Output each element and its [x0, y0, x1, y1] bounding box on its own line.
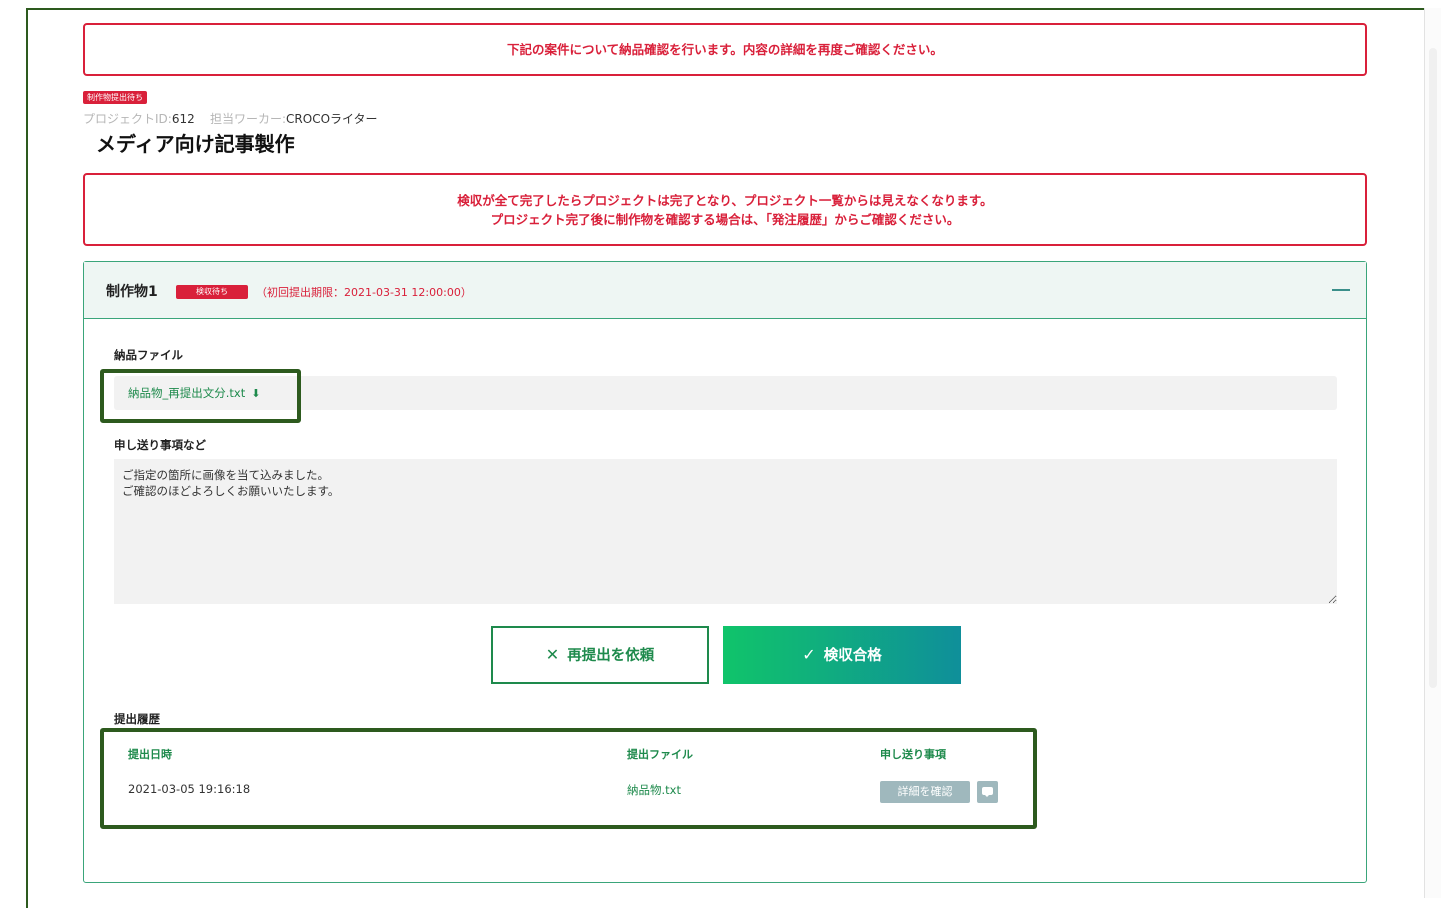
history-row-date: 2021-03-05 19:16:18: [128, 782, 251, 796]
project-id-label: プロジェクトID:: [83, 112, 172, 126]
deliverable-panel: 制作物1 検収待ち （初回提出期限：2021-03-31 12:00:00） 納…: [83, 261, 1367, 883]
confirmation-alert-text: 下記の案件について納品確認を行います。内容の詳細を再度ご確認ください。: [507, 42, 943, 57]
confirmation-alert: 下記の案件について納品確認を行います。内容の詳細を再度ご確認ください。: [83, 23, 1367, 76]
download-icon: ⬇: [251, 387, 261, 400]
deliverable-header[interactable]: 制作物1 検収待ち （初回提出期限：2021-03-31 12:00:00）: [84, 262, 1366, 319]
history-header-date: 提出日時: [128, 748, 172, 761]
request-resubmission-button[interactable]: ✕ 再提出を依頼: [491, 626, 709, 684]
delivered-file-name: 納品物_再提出文分.txt: [128, 386, 246, 400]
view-details-button[interactable]: 詳細を確認: [880, 781, 970, 803]
file-section-label: 納品ファイル: [114, 348, 183, 362]
delivered-file-row: 納品物_再提出文分.txt ⬇: [114, 376, 1337, 410]
notes-textarea[interactable]: [114, 459, 1337, 604]
history-header-file: 提出ファイル: [627, 748, 693, 761]
submission-deadline: （初回提出期限：2021-03-31 12:00:00）: [256, 286, 472, 299]
accept-label: 検収合格: [823, 648, 882, 664]
history-section-label: 提出履歴: [114, 712, 160, 726]
review-status-badge: 検収待ち: [176, 285, 248, 299]
project-status-badge: 制作物提出待ち: [83, 91, 147, 104]
history-row-file-link[interactable]: 納品物.txt: [627, 782, 681, 798]
submission-history-table: 提出日時 提出ファイル 申し送り事項 2021-03-05 19:16:18 納…: [114, 736, 1014, 826]
chat-icon[interactable]: [977, 781, 998, 803]
deliverable-title: 制作物1: [106, 284, 158, 300]
vertical-scrollbar[interactable]: [1424, 8, 1441, 898]
history-header-notes: 申し送り事項: [880, 748, 946, 761]
project-id-value: 612: [171, 112, 195, 126]
close-icon: ✕: [545, 645, 560, 664]
completion-alert-line1: 検収が全て完了したらプロジェクトは完了となり、プロジェクト一覧からは見えなくなり…: [457, 193, 993, 208]
minus-icon[interactable]: [1332, 289, 1350, 291]
worker-label: 担当ワーカー:: [210, 112, 287, 126]
request-resubmission-label: 再提出を依頼: [567, 648, 655, 664]
page-title: メディア向け記事製作: [96, 132, 295, 156]
worker-value: CROCOライター: [286, 112, 378, 126]
completion-alert-line2: プロジェクト完了後に制作物を確認する場合は、「発注履歴」からご確認ください。: [490, 212, 960, 227]
notes-section-label: 申し送り事項など: [114, 438, 206, 452]
project-meta: プロジェクトID:612 担当ワーカー:CROCOライター: [83, 110, 378, 127]
accept-button[interactable]: ✓ 検収合格: [723, 626, 961, 684]
completion-alert: 検収が全て完了したらプロジェクトは完了となり、プロジェクト一覧からは見えなくなり…: [83, 173, 1367, 246]
delivered-file-link[interactable]: 納品物_再提出文分.txt ⬇: [128, 385, 260, 401]
scrollbar-thumb[interactable]: [1429, 48, 1437, 688]
check-icon: ✓: [802, 645, 816, 664]
